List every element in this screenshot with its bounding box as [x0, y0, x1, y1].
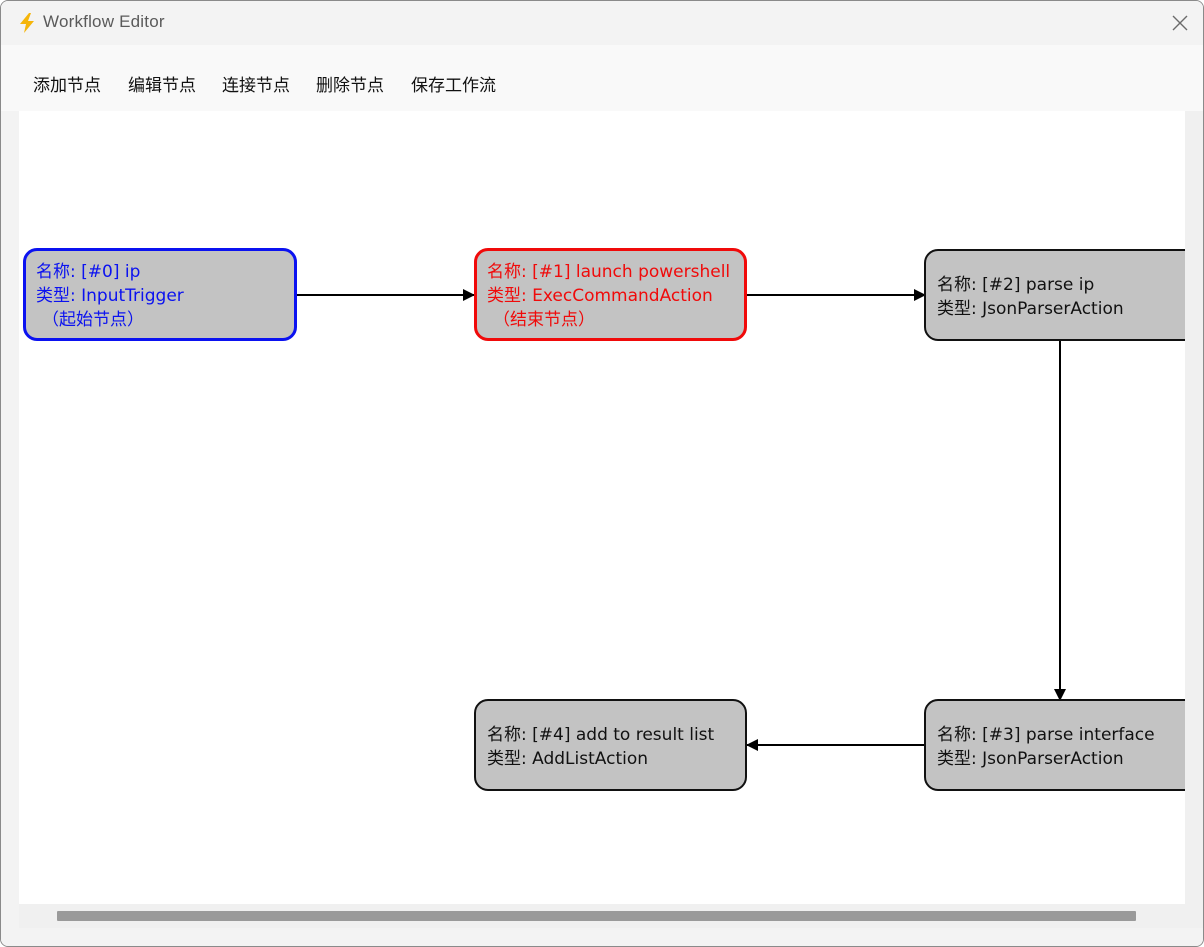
node-type-label: 类型: JsonParserAction: [937, 299, 1124, 319]
vertical-edge-strip: [1185, 111, 1203, 928]
lightning-bolt-icon: [20, 13, 34, 33]
menu-save-workflow[interactable]: 保存工作流: [411, 71, 496, 96]
node-name-label: 名称: [#1] launch powershell: [487, 262, 731, 282]
workflow-node-3[interactable]: 名称: [#3] parse interface 类型: JsonParserA…: [924, 699, 1185, 791]
menu-delete-node[interactable]: 删除节点: [316, 71, 384, 96]
window-bottom-edge: [1, 928, 1203, 946]
workflow-canvas[interactable]: 名称: [#0] ip 类型: InputTrigger （起始节点） 名称: …: [19, 111, 1185, 904]
workflow-node-4[interactable]: 名称: [#4] add to result list 类型: AddListA…: [474, 699, 747, 791]
end-node-tag: （结束节点）: [493, 310, 595, 330]
node-name-label: 名称: [#4] add to result list: [487, 725, 715, 745]
node-type-label: 类型: ExecCommandAction: [487, 286, 713, 306]
title-bar: Workflow Editor: [1, 1, 1203, 45]
menu-bar: 添加节点 编辑节点 连接节点 删除节点 保存工作流: [1, 45, 1203, 111]
close-button[interactable]: [1157, 1, 1203, 45]
workflow-node-1[interactable]: 名称: [#1] launch powershell 类型: ExecComma…: [474, 248, 747, 341]
menu-add-node[interactable]: 添加节点: [33, 71, 101, 96]
horizontal-scrollbar[interactable]: [19, 904, 1185, 928]
menu-connect-nodes[interactable]: 连接节点: [222, 71, 290, 96]
workflow-node-2[interactable]: 名称: [#2] parse ip 类型: JsonParserAction: [924, 249, 1185, 341]
window-title: Workflow Editor: [43, 12, 165, 31]
node-type-label: 类型: InputTrigger: [36, 286, 184, 306]
node-name-label: 名称: [#0] ip: [36, 262, 141, 282]
close-icon[interactable]: [1172, 15, 1188, 31]
scrollbar-thumb[interactable]: [57, 911, 1136, 921]
start-node-tag: （起始节点）: [42, 310, 144, 330]
menu-edit-node[interactable]: 编辑节点: [128, 71, 196, 96]
node-name-label: 名称: [#3] parse interface: [937, 725, 1155, 745]
workflow-editor-window: Workflow Editor 添加节点 编辑节点 连接节点 删除节点 保存工作…: [0, 0, 1204, 947]
workflow-node-0[interactable]: 名称: [#0] ip 类型: InputTrigger （起始节点）: [23, 248, 297, 341]
node-type-label: 类型: AddListAction: [487, 749, 649, 769]
node-name-label: 名称: [#2] parse ip: [937, 275, 1095, 295]
node-type-label: 类型: JsonParserAction: [937, 749, 1124, 769]
